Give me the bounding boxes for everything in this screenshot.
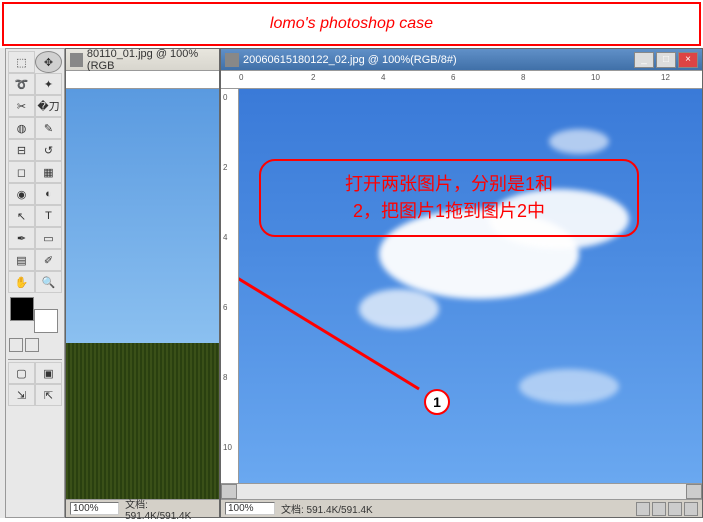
zoom-1[interactable]: 100% xyxy=(70,502,119,515)
titlebar-2[interactable]: 20060615180122_02.jpg @ 100%(RGB/8#) _ □… xyxy=(221,49,702,71)
cloud xyxy=(549,129,609,154)
ruler-v-2: 0 2 4 6 8 10 xyxy=(221,89,239,483)
rv-tick: 8 xyxy=(223,373,227,382)
rv-tick: 4 xyxy=(223,233,227,242)
zoom-2[interactable]: 100% xyxy=(225,502,275,515)
doc-icon xyxy=(225,53,239,67)
minimize-button[interactable]: _ xyxy=(634,52,654,68)
rv-tick: 6 xyxy=(223,303,227,312)
canvas-1[interactable] xyxy=(66,89,219,499)
rh-tick: 10 xyxy=(591,73,600,82)
gradient-tool[interactable]: ▦ xyxy=(35,161,62,183)
scrollbar-h[interactable] xyxy=(221,483,702,499)
slice-tool[interactable]: �刀 xyxy=(35,95,62,117)
crop-tool[interactable]: ✂ xyxy=(8,95,35,117)
sb-icon[interactable] xyxy=(668,502,682,516)
rv-tick: 10 xyxy=(223,443,232,452)
rh-tick: 2 xyxy=(311,73,315,82)
cloud xyxy=(519,369,619,404)
pen-tool[interactable]: ✒ xyxy=(8,227,35,249)
background-color[interactable] xyxy=(34,309,58,333)
sky-image xyxy=(66,89,219,343)
type-tool[interactable]: T xyxy=(35,205,62,227)
rv-tick: 2 xyxy=(223,163,227,172)
toolbox: ⬚ ✥ ➰ ✦ ✂ �刀 ◍ ✎ ⊟ ↺ ◻ ▦ ◉ ◐ ↖ T xyxy=(5,48,65,518)
canvas-2[interactable]: 打开两张图片，分别是1和 2，把图片1拖到图片2中 1 2 xyxy=(239,89,702,483)
doc2-title: 20060615180122_02.jpg @ 100%(RGB/8#) xyxy=(243,54,457,66)
zoom-tool[interactable]: 🔍 xyxy=(35,271,62,293)
rv-tick: 0 xyxy=(223,93,227,102)
color-swatch[interactable] xyxy=(8,297,64,333)
hand-tool[interactable]: ✋ xyxy=(8,271,35,293)
cloud xyxy=(359,289,439,329)
eraser-tool[interactable]: ◻ xyxy=(8,161,35,183)
rh-tick: 12 xyxy=(661,73,670,82)
shape-tool[interactable]: ▭ xyxy=(35,227,62,249)
dodge-tool[interactable]: ◐ xyxy=(35,183,62,205)
screen-modes: ▢ ▣ ⇲ ⇱ xyxy=(8,359,62,406)
marquee-tool[interactable]: ⬚ xyxy=(8,51,35,73)
titlebar-1[interactable]: 80110_01.jpg @ 100%(RGB xyxy=(66,49,219,71)
document-area: 80110_01.jpg @ 100%(RGB 100% 文档: 591.4K/… xyxy=(65,48,703,518)
statusbar-1: 100% 文档: 591.4K/591.4K xyxy=(66,499,219,517)
ruler-h-2: 0 2 4 6 8 10 12 xyxy=(221,71,702,89)
lasso-tool[interactable]: ➰ xyxy=(8,73,35,95)
instruction-callout: 打开两张图片，分别是1和 2，把图片1拖到图片2中 xyxy=(259,159,639,237)
status-2: 文档: 591.4K/591.4K xyxy=(281,501,373,516)
badge-1: 1 xyxy=(424,389,450,415)
close-button[interactable]: × xyxy=(678,52,698,68)
rh-tick: 0 xyxy=(239,73,243,82)
screen-mode-2[interactable]: ▣ xyxy=(35,362,62,384)
rh-tick: 8 xyxy=(521,73,525,82)
quickmask-row xyxy=(8,337,64,355)
callout-line1: 打开两张图片，分别是1和 xyxy=(271,171,627,198)
screen-mode-1[interactable]: ▢ xyxy=(8,362,35,384)
doc1-title: 80110_01.jpg @ 100%(RGB xyxy=(87,48,215,72)
scroll-left-icon[interactable] xyxy=(221,484,237,499)
doc-icon xyxy=(70,53,83,67)
path-tool[interactable]: ↖ xyxy=(8,205,35,227)
standard-mode-icon[interactable] xyxy=(9,338,23,352)
window-buttons: _ □ × xyxy=(634,52,698,68)
document-2: 20060615180122_02.jpg @ 100%(RGB/8#) _ □… xyxy=(220,48,703,518)
move-tool[interactable]: ✥ xyxy=(35,51,62,73)
content-1 xyxy=(66,89,219,499)
field-image xyxy=(66,343,219,499)
notes-tool[interactable]: ▤ xyxy=(8,249,35,271)
jump-to-1[interactable]: ⇲ xyxy=(8,384,35,406)
jump-to-2[interactable]: ⇱ xyxy=(35,384,62,406)
document-1: 80110_01.jpg @ 100%(RGB 100% 文档: 591.4K/… xyxy=(65,48,220,518)
workspace: ⬚ ✥ ➰ ✦ ✂ �刀 ◍ ✎ ⊟ ↺ ◻ ▦ ◉ ◐ ↖ T xyxy=(0,48,703,518)
ruler-h-1 xyxy=(66,71,219,89)
callout-line2: 2，把图片1拖到图片2中 xyxy=(271,198,627,225)
sb-icon[interactable] xyxy=(636,502,650,516)
blur-tool[interactable]: ◉ xyxy=(8,183,35,205)
scroll-right-icon[interactable] xyxy=(686,484,702,499)
sb-icon[interactable] xyxy=(652,502,666,516)
sky-clouds-image xyxy=(239,89,702,483)
scroll-track[interactable] xyxy=(237,484,686,499)
banner: lomo's photoshop case xyxy=(2,2,701,46)
rh-tick: 4 xyxy=(381,73,385,82)
wand-tool[interactable]: ✦ xyxy=(35,73,62,95)
statusbar-2: 100% 文档: 591.4K/591.4K xyxy=(221,499,702,517)
content-2: 0 2 4 6 8 10 打开两张图片，分别 xyxy=(221,89,702,483)
status-icons xyxy=(636,502,698,516)
eyedropper-tool[interactable]: ✐ xyxy=(35,249,62,271)
status-1: 文档: 591.4K/591.4K xyxy=(125,496,215,522)
heal-tool[interactable]: ◍ xyxy=(8,117,35,139)
foreground-color[interactable] xyxy=(10,297,34,321)
brush-tool[interactable]: ✎ xyxy=(35,117,62,139)
sb-icon[interactable] xyxy=(684,502,698,516)
maximize-button[interactable]: □ xyxy=(656,52,676,68)
stamp-tool[interactable]: ⊟ xyxy=(8,139,35,161)
rh-tick: 6 xyxy=(451,73,455,82)
quickmask-mode-icon[interactable] xyxy=(25,338,39,352)
history-brush-tool[interactable]: ↺ xyxy=(35,139,62,161)
banner-text: lomo's photoshop case xyxy=(270,15,433,33)
